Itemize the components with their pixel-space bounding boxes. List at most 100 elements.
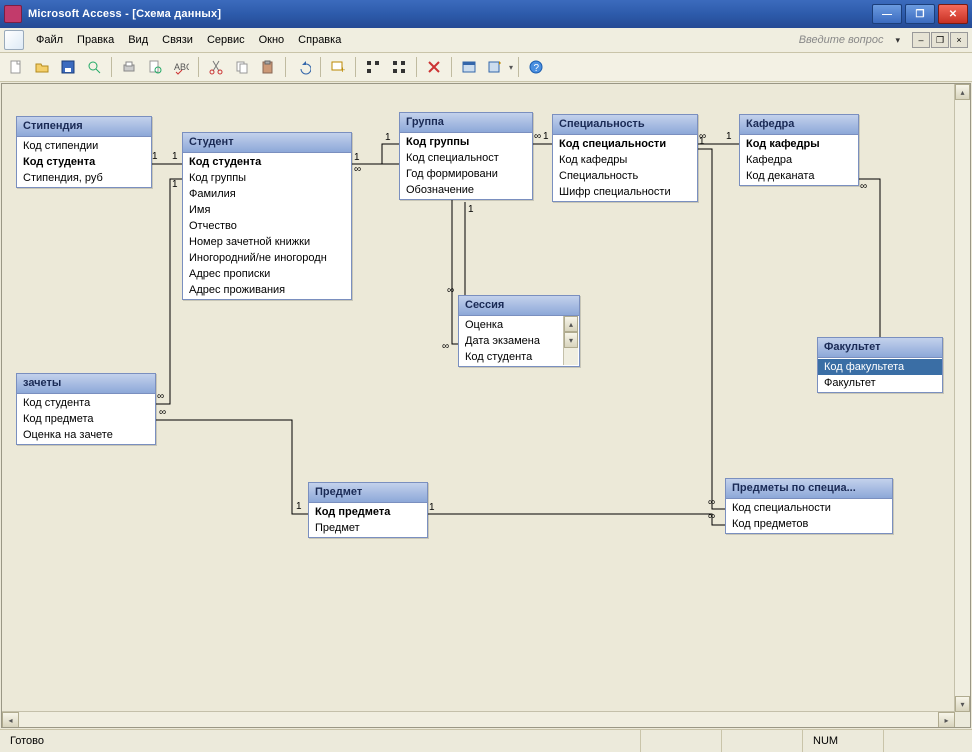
table-predspec[interactable]: Предметы по специа...Код специальностиКо… — [725, 478, 893, 534]
relation-line[interactable] — [426, 514, 725, 525]
table-header[interactable]: Факультет — [818, 338, 942, 358]
relationships-canvas[interactable]: СтипендияКод стипендии Код студента Стипен… — [1, 83, 971, 728]
field[interactable]: Специальность — [553, 168, 697, 184]
field[interactable]: Дата экзамена — [459, 333, 564, 349]
field[interactable]: Адрес проживания — [183, 282, 351, 298]
maximize-button[interactable]: ❐ — [905, 4, 935, 24]
close-rel-button[interactable] — [422, 55, 446, 79]
mdi-minimize-button[interactable]: – — [912, 32, 930, 48]
help-button[interactable]: ? — [524, 55, 548, 79]
horizontal-scrollbar[interactable]: ◂ ▸ — [2, 711, 955, 727]
field[interactable]: Код предмета — [17, 411, 155, 427]
layout-direct-button[interactable] — [361, 55, 385, 79]
relation-line[interactable] — [154, 179, 182, 404]
field[interactable]: Предмет — [309, 520, 427, 536]
undo-button[interactable] — [291, 55, 315, 79]
field[interactable]: Оценка на зачете — [17, 427, 155, 443]
field[interactable]: Кафедра — [740, 152, 858, 168]
table-faculty[interactable]: ФакультетКод факультетаФакультет — [817, 337, 943, 393]
table-header[interactable]: Специальность — [553, 115, 697, 135]
copy-button[interactable] — [230, 55, 254, 79]
vertical-scrollbar[interactable]: ▴ ▾ — [954, 84, 970, 712]
table-session[interactable]: СессияОценкаДата экзаменаКод студента▴▾ — [458, 295, 580, 367]
field[interactable]: Код кафедры — [553, 152, 697, 168]
field[interactable]: Код факультета — [818, 359, 942, 375]
field[interactable]: Код кафедры — [740, 136, 858, 152]
field[interactable]: Стипендия, руб — [17, 170, 151, 186]
field[interactable]: Код деканата — [740, 168, 858, 184]
table-header[interactable]: Стипендия — [17, 117, 151, 137]
minimize-button[interactable]: — — [872, 4, 902, 24]
field[interactable]: Код студента — [459, 349, 564, 365]
field[interactable]: Обозначение — [400, 182, 532, 198]
menu-tools[interactable]: Сервис — [201, 32, 251, 48]
cut-button[interactable] — [204, 55, 228, 79]
scroll-right-button[interactable]: ▸ — [938, 712, 955, 728]
table-header[interactable]: Предмет — [309, 483, 427, 503]
table-header[interactable]: Предметы по специа... — [726, 479, 892, 499]
field[interactable]: Код студента — [17, 395, 155, 411]
print-button[interactable] — [117, 55, 141, 79]
menu-file[interactable]: Файл — [30, 32, 69, 48]
table-student[interactable]: СтудентКод студентаКод группыФамилияИмяО… — [182, 132, 352, 300]
menu-rel[interactable]: Связи — [156, 32, 199, 48]
help-dropdown-icon[interactable]: ▾ — [891, 35, 904, 46]
scroll-down-button[interactable]: ▾ — [955, 696, 970, 712]
mdi-close-button[interactable]: × — [950, 32, 968, 48]
close-button[interactable]: ✕ — [938, 4, 968, 24]
field[interactable]: Адрес прописки — [183, 266, 351, 282]
table-header[interactable]: Кафедра — [740, 115, 858, 135]
table-header[interactable]: Группа — [400, 113, 532, 133]
field[interactable]: Год формировани — [400, 166, 532, 182]
table-group[interactable]: ГруппаКод группыКод специальностГод форм… — [399, 112, 533, 200]
field[interactable]: Оценка — [459, 317, 564, 333]
table-header[interactable]: зачеты — [17, 374, 155, 394]
field[interactable]: Код стипендии — [17, 138, 151, 154]
field[interactable]: Код группы — [183, 170, 351, 186]
save-button[interactable] — [56, 55, 80, 79]
relation-line[interactable] — [857, 179, 880, 337]
table-header[interactable]: Сессия — [459, 296, 579, 316]
field[interactable]: Факультет — [818, 375, 942, 391]
scroll-up-icon[interactable]: ▴ — [564, 316, 578, 332]
new-button[interactable] — [4, 55, 28, 79]
field[interactable]: Шифр специальности — [553, 184, 697, 200]
mdi-restore-button[interactable]: ❐ — [931, 32, 949, 48]
field[interactable]: Код предмета — [309, 504, 427, 520]
print-preview-button[interactable] — [143, 55, 167, 79]
spelling-button[interactable]: ABC — [169, 55, 193, 79]
layout-all-button[interactable] — [387, 55, 411, 79]
table-kafedra[interactable]: КафедраКод кафедрыКафедраКод деканата — [739, 114, 859, 186]
new-object-button[interactable] — [483, 55, 507, 79]
menu-help[interactable]: Справка — [292, 32, 347, 48]
field[interactable]: Номер зачетной книжки — [183, 234, 351, 250]
table-spec[interactable]: СпециальностьКод специальностиКод кафедр… — [552, 114, 698, 202]
menu-edit[interactable]: Правка — [71, 32, 120, 48]
menu-view[interactable]: Вид — [122, 32, 154, 48]
field[interactable]: Код специальности — [553, 136, 697, 152]
db-window-button[interactable] — [457, 55, 481, 79]
new-object-dropdown[interactable]: ▾ — [509, 63, 513, 72]
field[interactable]: Имя — [183, 202, 351, 218]
menu-app-icon[interactable] — [4, 30, 24, 50]
open-button[interactable] — [30, 55, 54, 79]
scroll-up-button[interactable]: ▴ — [955, 84, 970, 100]
paste-button[interactable] — [256, 55, 280, 79]
relation-line[interactable] — [154, 420, 308, 514]
help-search-input[interactable]: Введите вопрос — [799, 34, 890, 46]
scroll-down-icon[interactable]: ▾ — [564, 332, 578, 348]
field[interactable]: Код студента — [183, 154, 351, 170]
relation-line[interactable] — [696, 149, 725, 509]
field[interactable]: Иногородний/не иногородн — [183, 250, 351, 266]
field[interactable]: Код группы — [400, 134, 532, 150]
field[interactable]: Код специальности — [726, 500, 892, 516]
table-zachety[interactable]: зачетыКод студентаКод предметаОценка на … — [16, 373, 156, 445]
search-button[interactable] — [82, 55, 106, 79]
show-table-button[interactable]: + — [326, 55, 350, 79]
table-stipend[interactable]: СтипендияКод стипендииКод студентаСтипен… — [16, 116, 152, 188]
field-scrollbar[interactable]: ▴▾ — [563, 316, 578, 365]
field[interactable]: Код предметов — [726, 516, 892, 532]
table-header[interactable]: Студент — [183, 133, 351, 153]
scroll-left-button[interactable]: ◂ — [2, 712, 19, 728]
field[interactable]: Отчество — [183, 218, 351, 234]
